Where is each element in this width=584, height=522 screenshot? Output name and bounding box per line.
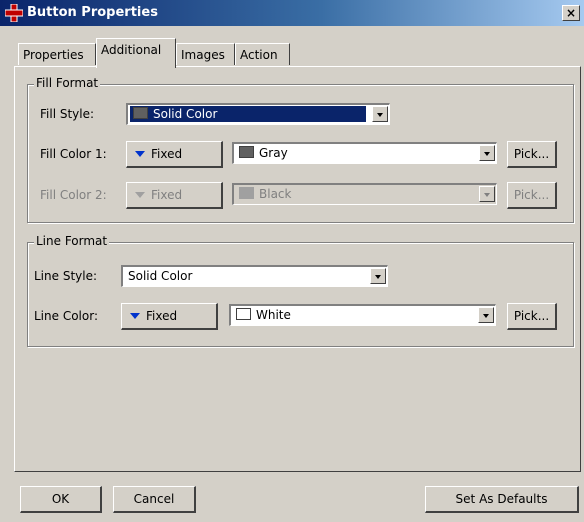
triangle-down-icon — [135, 192, 145, 198]
line-format-legend: Line Format — [34, 234, 110, 248]
fill-color-2-label: Fill Color 2: — [40, 188, 107, 202]
fill-color-2-dropdown[interactable]: Black — [232, 183, 497, 205]
fill-color-1-mode: Fixed — [151, 147, 183, 161]
white-swatch — [236, 308, 251, 320]
fill-format-legend: Fill Format — [34, 76, 101, 90]
line-color-fixed-button[interactable]: Fixed — [121, 303, 218, 330]
set-as-defaults-button[interactable]: Set As Defaults — [425, 486, 579, 513]
button-properties-dialog: Button Properties × Properties Additiona… — [0, 0, 584, 522]
tab-additional-label: Additional — [101, 43, 162, 57]
line-color-pick-button[interactable]: Pick... — [507, 303, 557, 330]
fill-style-value: Solid Color — [153, 107, 218, 121]
tab-properties[interactable]: Properties — [18, 43, 96, 65]
fill-color-1-fixed-button[interactable]: Fixed — [126, 141, 223, 168]
fill-format-group: Fill Format Fill Style: Solid Color Fill… — [27, 76, 574, 223]
fill-color-1-selected: Gray — [236, 145, 291, 161]
fill-color-2-pick-button[interactable]: Pick... — [507, 182, 557, 209]
tab-action-label: Action — [240, 48, 278, 62]
fill-color-1-pick-button[interactable]: Pick... — [507, 141, 557, 168]
triangle-down-icon — [130, 313, 140, 319]
fill-color-2-value: Black — [259, 187, 292, 201]
window-title: Button Properties — [27, 5, 158, 20]
app-icon — [5, 4, 23, 22]
fill-style-swatch — [133, 107, 148, 119]
close-icon: × — [565, 6, 577, 20]
fill-style-label: Fill Style: — [40, 107, 95, 121]
tab-images-label: Images — [181, 48, 225, 62]
ok-button[interactable]: OK — [20, 486, 102, 513]
fill-style-selected: Solid Color — [130, 106, 366, 122]
fill-color-1-label: Fill Color 1: — [40, 147, 107, 161]
cancel-button[interactable]: Cancel — [113, 486, 196, 513]
tab-images[interactable]: Images — [176, 43, 235, 65]
line-color-label: Line Color: — [34, 309, 98, 323]
fill-style-dropdown[interactable]: Solid Color — [126, 103, 390, 125]
line-color-selected: White — [233, 307, 294, 323]
fill-color-1-value: Gray — [259, 146, 288, 160]
close-button[interactable]: × — [562, 5, 580, 21]
line-color-value: White — [256, 308, 291, 322]
line-color-dropdown[interactable]: White — [229, 304, 496, 326]
fill-color-2-mode: Fixed — [151, 188, 183, 202]
triangle-down-icon — [135, 151, 145, 157]
fill-color-2-selected: Black — [236, 186, 294, 202]
chevron-down-icon[interactable] — [479, 145, 495, 161]
fill-color-2-fixed-button[interactable]: Fixed — [126, 182, 223, 209]
line-style-label: Line Style: — [34, 269, 98, 283]
fill-color-1-dropdown[interactable]: Gray — [232, 142, 497, 164]
chevron-down-icon[interactable] — [372, 106, 388, 122]
chevron-down-icon[interactable] — [479, 186, 495, 202]
black-swatch — [239, 187, 254, 199]
line-style-dropdown[interactable]: Solid Color — [121, 265, 388, 287]
line-format-group: Line Format Line Style: Solid Color Line… — [27, 234, 574, 347]
line-color-mode: Fixed — [146, 309, 178, 323]
chevron-down-icon[interactable] — [370, 268, 386, 284]
title-bar[interactable]: Button Properties × — [0, 0, 584, 26]
tab-action[interactable]: Action — [235, 43, 290, 65]
tab-properties-label: Properties — [23, 48, 84, 62]
gray-swatch — [239, 146, 254, 158]
line-style-value: Solid Color — [128, 269, 193, 283]
chevron-down-icon[interactable] — [478, 307, 494, 323]
tab-additional[interactable]: Additional — [96, 38, 176, 68]
